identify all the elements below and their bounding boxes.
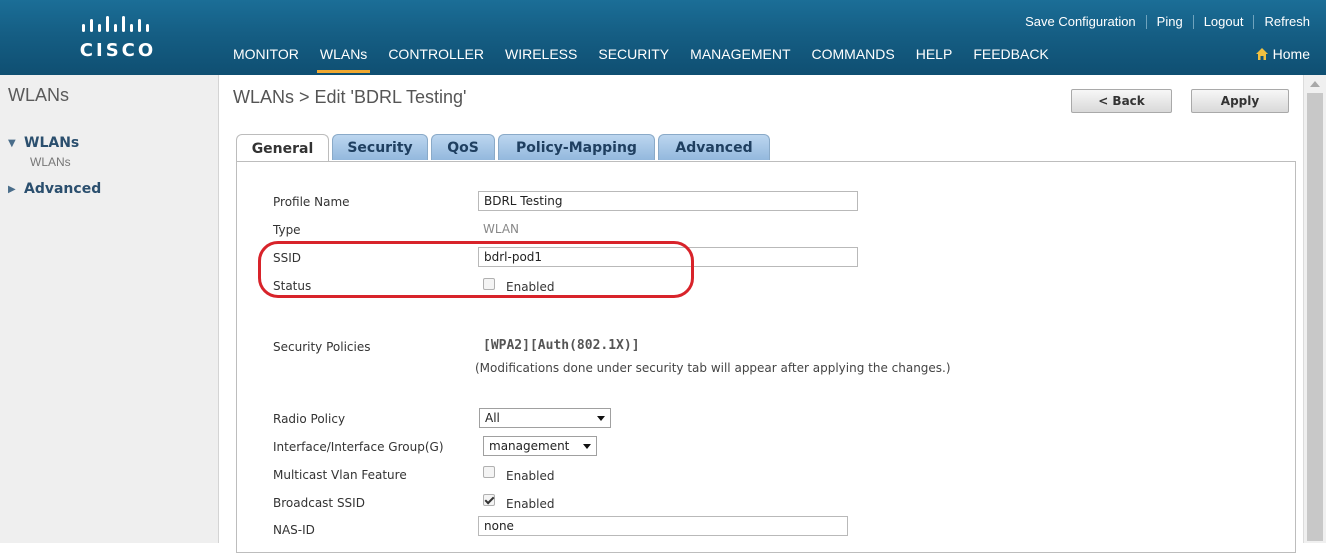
page-title: WLANs > Edit 'BDRL Testing' [233, 87, 467, 107]
ssid-input[interactable]: bdrl-pod1 [478, 247, 858, 267]
top-banner: CISCO Save Configuration Ping Logout Ref… [0, 0, 1326, 75]
sidebar: WLANs ▼ WLANs WLANs ▶ Advanced [0, 75, 219, 543]
profile-name-label: Profile Name [273, 195, 350, 209]
radio-policy-label: Radio Policy [273, 412, 346, 426]
nav-wireless[interactable]: WIRELESS [505, 46, 577, 68]
tab-security[interactable]: Security [332, 134, 428, 160]
nav-feedback[interactable]: FEEDBACK [973, 46, 1048, 68]
profile-name-input[interactable]: BDRL Testing [478, 191, 858, 211]
divider [1145, 14, 1147, 29]
back-button[interactable]: < Back [1071, 89, 1172, 113]
sidebar-subitem-wlans[interactable]: WLANs [30, 155, 71, 169]
radio-policy-value: All [485, 411, 500, 425]
divider [1192, 14, 1194, 29]
nas-id-label: NAS-ID [273, 523, 315, 537]
save-configuration-link[interactable]: Save Configuration [1025, 14, 1136, 29]
status-checkbox[interactable] [483, 278, 495, 290]
divider [1253, 14, 1255, 29]
home-link[interactable]: Home [1255, 46, 1310, 62]
nav-wlans[interactable]: WLANs [316, 46, 371, 73]
radio-policy-select[interactable]: All [479, 408, 611, 428]
apply-button[interactable]: Apply [1191, 89, 1289, 113]
broadcast-ssid-checkbox[interactable] [483, 494, 495, 506]
type-label: Type [273, 223, 301, 237]
nav-security[interactable]: SECURITY [598, 46, 669, 68]
main-nav: MONITOR WLANs CONTROLLER WIRELESS SECURI… [233, 46, 1070, 73]
cisco-wordmark: CISCO [79, 40, 157, 61]
cisco-bridge-icon [82, 16, 149, 32]
nav-monitor[interactable]: MONITOR [233, 46, 299, 68]
tab-qos[interactable]: QoS [431, 134, 495, 160]
status-checkbox-label: Enabled [506, 280, 555, 294]
dropdown-arrow-icon [583, 444, 591, 449]
nav-management[interactable]: MANAGEMENT [690, 46, 790, 68]
cisco-logo: CISCO [78, 14, 158, 64]
refresh-link[interactable]: Refresh [1264, 14, 1310, 29]
broadcast-ssid-label: Broadcast SSID [273, 496, 365, 510]
tab-policy-mapping[interactable]: Policy-Mapping [498, 134, 655, 160]
interface-group-label: Interface/Interface Group(G) [273, 440, 444, 454]
nav-controller[interactable]: CONTROLLER [388, 46, 484, 68]
home-icon [1255, 48, 1268, 60]
sidebar-title: WLANs [8, 85, 70, 105]
chevron-down-icon: ▼ [8, 137, 16, 149]
security-policies-value: [WPA2][Auth(802.1X)] [483, 338, 640, 353]
general-tab-panel [236, 161, 1296, 553]
dropdown-arrow-icon [597, 416, 605, 421]
tab-bar: General Security QoS Policy-Mapping Adva… [236, 134, 773, 162]
utility-links: Save Configuration Ping Logout Refresh [1025, 14, 1310, 29]
scroll-thumb[interactable] [1307, 93, 1323, 541]
nav-commands[interactable]: COMMANDS [812, 46, 895, 68]
multicast-vlan-checkbox-label: Enabled [506, 469, 555, 483]
vertical-scrollbar[interactable] [1303, 75, 1326, 543]
broadcast-ssid-checkbox-label: Enabled [506, 497, 555, 511]
sidebar-item-label: WLANs [24, 135, 80, 151]
security-policies-note: (Modifications done under security tab w… [475, 361, 951, 375]
ssid-label: SSID [273, 251, 302, 265]
status-label: Status [273, 279, 312, 293]
multicast-vlan-label: Multicast Vlan Feature [273, 468, 407, 482]
tab-advanced[interactable]: Advanced [658, 134, 770, 160]
logout-link[interactable]: Logout [1204, 14, 1244, 29]
scroll-up-arrow-icon[interactable] [1310, 81, 1320, 87]
interface-group-select[interactable]: management [483, 436, 597, 456]
sidebar-item-advanced[interactable]: ▶ Advanced [8, 181, 101, 197]
sidebar-item-label: Advanced [24, 181, 102, 197]
multicast-vlan-checkbox[interactable] [483, 466, 495, 478]
sidebar-item-wlans[interactable]: ▼ WLANs [8, 135, 79, 151]
security-policies-label: Security Policies [273, 340, 371, 354]
home-label: Home [1272, 46, 1310, 62]
type-value: WLAN [483, 222, 520, 236]
chevron-right-icon: ▶ [8, 183, 16, 195]
nas-id-input[interactable]: none [478, 516, 848, 536]
tab-general[interactable]: General [236, 134, 329, 162]
nav-help[interactable]: HELP [916, 46, 953, 68]
ping-link[interactable]: Ping [1157, 14, 1183, 29]
interface-group-value: management [489, 439, 570, 453]
